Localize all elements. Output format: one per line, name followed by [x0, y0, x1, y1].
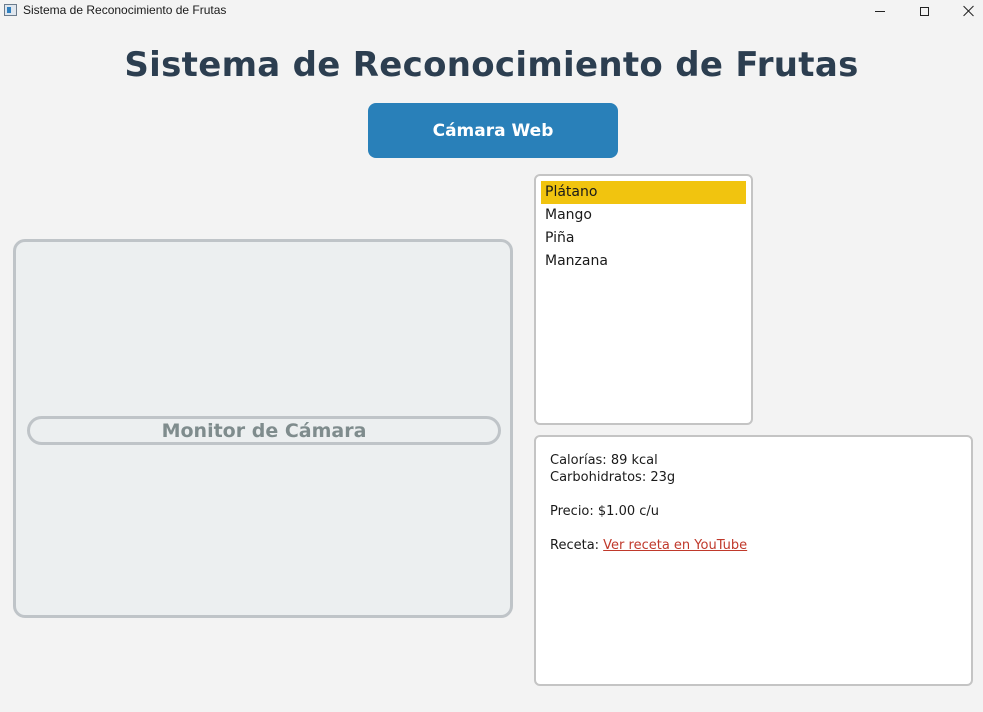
calories-text: Calorías: 89 kcal — [550, 453, 658, 468]
fruit-info-panel: Calorías: 89 kcal Carbohidratos: 23g Pre… — [534, 435, 973, 686]
minimize-button[interactable] — [857, 0, 903, 22]
recipe-line: Receta: Ver receta en YouTube — [550, 537, 957, 554]
carbohydrates-text: Carbohidratos: 23g — [550, 470, 676, 485]
close-icon — [963, 5, 975, 17]
page-title: Sistema de Reconocimiento de Frutas — [124, 45, 859, 85]
minimize-icon — [875, 10, 885, 12]
price-text: Precio: $1.00 c/u — [550, 504, 660, 519]
maximize-icon — [919, 6, 929, 16]
webcam-button[interactable]: Cámara Web — [368, 103, 618, 158]
camera-monitor-label: Monitor de Cámara — [27, 416, 501, 445]
fruit-list-item-manzana[interactable]: Manzana — [541, 250, 746, 273]
app-icon — [4, 4, 17, 16]
maximize-button[interactable] — [901, 0, 947, 22]
fruit-list-item-platano[interactable]: Plátano — [541, 181, 746, 204]
window-titlebar: Sistema de Reconocimiento de Frutas — [0, 0, 983, 22]
recipe-youtube-link[interactable]: Ver receta en YouTube — [603, 538, 747, 553]
fruit-list[interactable]: Plátano Mango Piña Manzana — [534, 174, 753, 425]
fruit-list-item-pina[interactable]: Piña — [541, 227, 746, 250]
camera-monitor: Monitor de Cámara — [13, 239, 513, 618]
recipe-label: Receta: — [550, 538, 604, 553]
close-button[interactable] — [946, 0, 983, 22]
window-title: Sistema de Reconocimiento de Frutas — [23, 3, 227, 17]
fruit-list-item-mango[interactable]: Mango — [541, 204, 746, 227]
